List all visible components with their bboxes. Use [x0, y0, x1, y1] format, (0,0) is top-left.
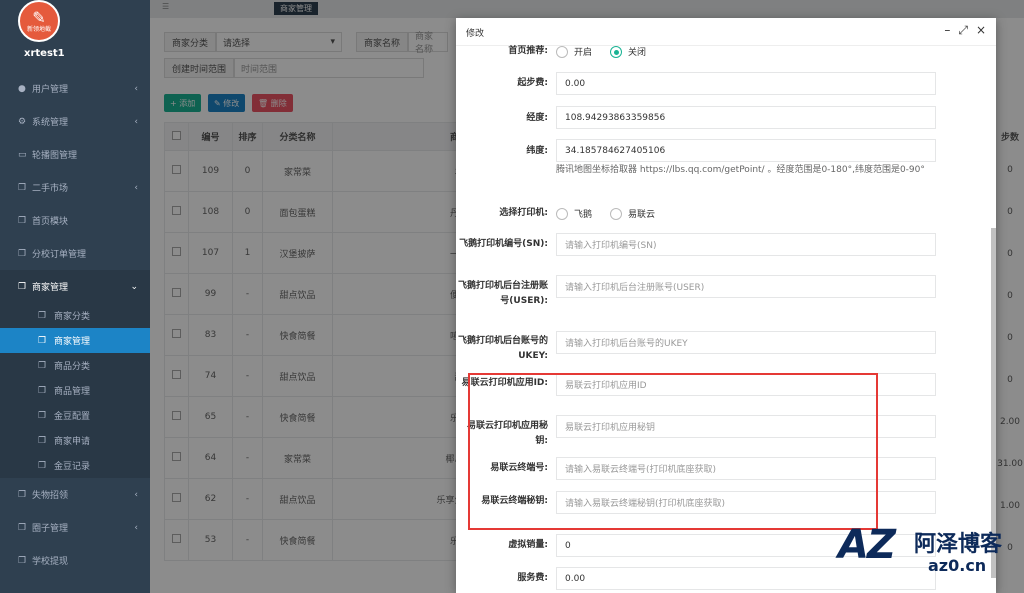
maximize-icon[interactable]: ⤢ — [958, 23, 968, 38]
radio-off-option[interactable] — [610, 45, 623, 58]
watermark-brand: 阿泽博客 — [914, 532, 1003, 557]
sidebar-item-school-withdraw[interactable]: ❐ 学校提现 — [0, 544, 150, 577]
logo-icon: ✎ — [32, 7, 46, 27]
highlight-box — [468, 373, 878, 530]
chevron-left-icon: ‹ — [134, 182, 138, 193]
user-icon: ● — [18, 83, 26, 94]
start-fee-input[interactable]: 0.00 — [556, 72, 936, 95]
watermark-logo-icon: AZ — [838, 522, 896, 568]
latitude-label: 纬度: — [526, 146, 548, 156]
feie-user-input[interactable]: 请输入打印机后台注册账号(USER) — [556, 275, 936, 298]
dialog-title: 修改 — [466, 29, 485, 39]
logo-area: ✎ 新领地截 xrtest1 — [0, 0, 150, 72]
sidebar-item-home-module[interactable]: ❐ 首页模块 — [0, 204, 150, 237]
username: xrtest1 — [24, 48, 65, 59]
copy-icon: ❐ — [38, 385, 47, 396]
monitor-icon: ▭ — [18, 149, 27, 160]
sidebar-item-merchants[interactable]: ❐ 商家管理 ⌄ — [0, 270, 150, 303]
copy-icon: ❐ — [38, 335, 47, 346]
feie-sn-label: 飞鹅打印机编号(SN): — [459, 239, 548, 249]
copy-icon: ❐ — [38, 435, 47, 446]
minimize-icon[interactable]: – — [944, 23, 950, 38]
sidebar-item-lost-found[interactable]: ❐ 失物招领 ‹ — [0, 478, 150, 511]
start-fee-label: 起步费: — [517, 78, 548, 88]
sidebar: ✎ 新领地截 xrtest1 ● 用户管理 ‹ ⚙ 系统管理 ‹ ▭ 轮播图管理 ❐ 二手市… — [0, 0, 150, 593]
copy-icon: ❐ — [18, 281, 27, 292]
radio-on-option[interactable] — [556, 45, 568, 58]
copy-icon: ❐ — [18, 489, 27, 500]
copy-icon: ❐ — [38, 310, 47, 321]
sub-item-goods-category[interactable]: ❐ 商品分类 — [0, 353, 150, 378]
home-recommend-radios: 开启 关闭 — [556, 45, 646, 58]
printer-label: 选择打印机: — [499, 208, 548, 218]
longitude-label: 经度: — [526, 113, 548, 123]
sidebar-item-secondhand[interactable]: ❐ 二手市场 ‹ — [0, 171, 150, 204]
copy-icon: ❐ — [18, 522, 27, 533]
sub-item-goods-manage[interactable]: ❐ 商品管理 — [0, 378, 150, 403]
sub-item-merchant-manage[interactable]: ❐ 商家管理 — [0, 328, 150, 353]
copy-icon: ❐ — [18, 182, 27, 193]
sidebar-item-system[interactable]: ⚙ 系统管理 ‹ — [0, 105, 150, 138]
copy-icon: ❐ — [38, 460, 47, 471]
chevron-left-icon: ‹ — [134, 489, 138, 500]
dialog-header: 修改 – ⤢ × — [456, 18, 996, 46]
copy-icon: ❐ — [18, 555, 27, 566]
radio-ylyun-option[interactable] — [610, 207, 623, 220]
sub-item-gold-config[interactable]: ❐ 金豆配置 — [0, 403, 150, 428]
chevron-down-icon: ⌄ — [130, 281, 138, 292]
sidebar-item-banner[interactable]: ▭ 轮播图管理 — [0, 138, 150, 171]
sub-item-gold-record[interactable]: ❐ 金豆记录 — [0, 453, 150, 478]
logo: ✎ 新领地截 — [18, 0, 60, 42]
feie-ukey-input[interactable]: 请输入打印机后台账号的UKEY — [556, 331, 936, 354]
feie-ukey-label: 飞鹅打印机后台账号的UKEY: — [457, 336, 548, 361]
printer-radios: 飞鹅 易联云 — [556, 207, 655, 220]
watermark: AZ 阿泽博客 az0.cn — [838, 522, 1008, 584]
sidebar-item-circles[interactable]: ❐ 圈子管理 ‹ — [0, 511, 150, 544]
logo-text: 新领地截 — [26, 25, 51, 33]
coordinate-hint: 腾讯地图坐标拾取器 https://lbs.qq.com/getPoint/ 。… — [556, 165, 925, 175]
copy-icon: ❐ — [38, 410, 47, 421]
radio-feie-option[interactable] — [556, 207, 568, 220]
copy-icon: ❐ — [18, 248, 27, 259]
home-recommend-label: 首页推荐: — [508, 46, 548, 56]
chevron-left-icon: ‹ — [134, 83, 138, 94]
dialog-controls: – ⤢ × — [936, 23, 986, 38]
chevron-left-icon: ‹ — [134, 116, 138, 127]
copy-icon: ❐ — [38, 360, 47, 371]
sub-item-merchant-apply[interactable]: ❐ 商家申请 — [0, 428, 150, 453]
copy-icon: ❐ — [18, 215, 27, 226]
close-icon[interactable]: × — [976, 23, 986, 38]
chevron-left-icon: ‹ — [134, 522, 138, 533]
service-fee-label: 服务费: — [517, 573, 548, 583]
col-steps-header: 步数 — [1000, 133, 1019, 143]
merchant-submenu: ❐ 商家分类 ❐ 商家管理 ❐ 商品分类 ❐ 商品管理 ❐ 金豆配置 ❐ 商家申请 ❐ 金豆记… — [0, 303, 150, 478]
virtual-sales-label: 虚拟销量: — [508, 540, 548, 550]
feie-user-label: 飞鹅打印机后台注册账号(USER): — [457, 281, 548, 306]
sidebar-item-users[interactable]: ● 用户管理 ‹ — [0, 72, 150, 105]
feie-sn-input[interactable]: 请输入打印机编号(SN) — [556, 233, 936, 256]
sub-item-merchant-category[interactable]: ❐ 商家分类 — [0, 303, 150, 328]
latitude-input[interactable]: 34.185784627405106 — [556, 139, 936, 162]
gears-icon: ⚙ — [18, 116, 27, 127]
watermark-url: az0.cn — [928, 556, 987, 575]
table-right-column: 步数 0 0 0 0 0 0 2.00 31.00 1.00 0 — [996, 0, 1024, 593]
longitude-input[interactable]: 108.94293863359856 — [556, 106, 936, 129]
sidebar-item-branch-orders[interactable]: ❐ 分校订单管理 — [0, 237, 150, 270]
